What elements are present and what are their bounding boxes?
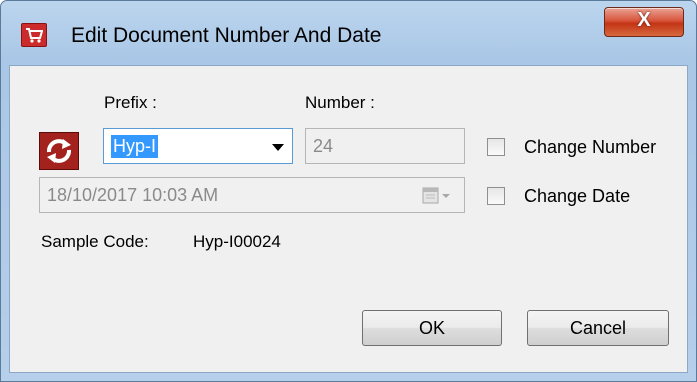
change-date-label[interactable]: Change Date	[524, 186, 630, 207]
chevron-down-icon[interactable]	[272, 144, 284, 151]
prefix-label: Prefix :	[104, 93, 157, 112]
title-bar[interactable]: Edit Document Number And Date X	[1, 1, 696, 65]
cancel-button[interactable]: Cancel	[527, 310, 669, 346]
number-label: Number :	[305, 93, 375, 112]
dialog-window: Edit Document Number And Date X Prefix :…	[0, 0, 697, 382]
refresh-icon	[46, 139, 72, 163]
sample-code-label: Sample Code:	[41, 232, 149, 251]
change-date-checkbox[interactable]	[487, 187, 505, 205]
date-value: 18/10/2017 10:03 AM	[47, 185, 219, 205]
refresh-button[interactable]	[39, 132, 79, 170]
prefix-selected-value: Hyp-I	[111, 135, 159, 158]
sample-code-value: Hyp-I00024	[193, 232, 281, 251]
cart-icon	[21, 23, 47, 47]
number-field[interactable]: 24	[305, 128, 465, 164]
calendar-icon[interactable]	[422, 187, 452, 205]
prefix-dropdown[interactable]: Hyp-I	[103, 128, 293, 164]
date-picker[interactable]: 18/10/2017 10:03 AM	[39, 177, 465, 213]
close-button[interactable]: X	[604, 7, 684, 37]
change-number-label[interactable]: Change Number	[524, 137, 656, 158]
close-icon: X	[637, 9, 651, 31]
change-number-checkbox[interactable]	[487, 138, 505, 156]
window-title: Edit Document Number And Date	[71, 24, 382, 47]
ok-button[interactable]: OK	[362, 310, 502, 346]
dialog-body: Prefix : Number : Hyp-I 24 Change Number…	[9, 65, 688, 373]
